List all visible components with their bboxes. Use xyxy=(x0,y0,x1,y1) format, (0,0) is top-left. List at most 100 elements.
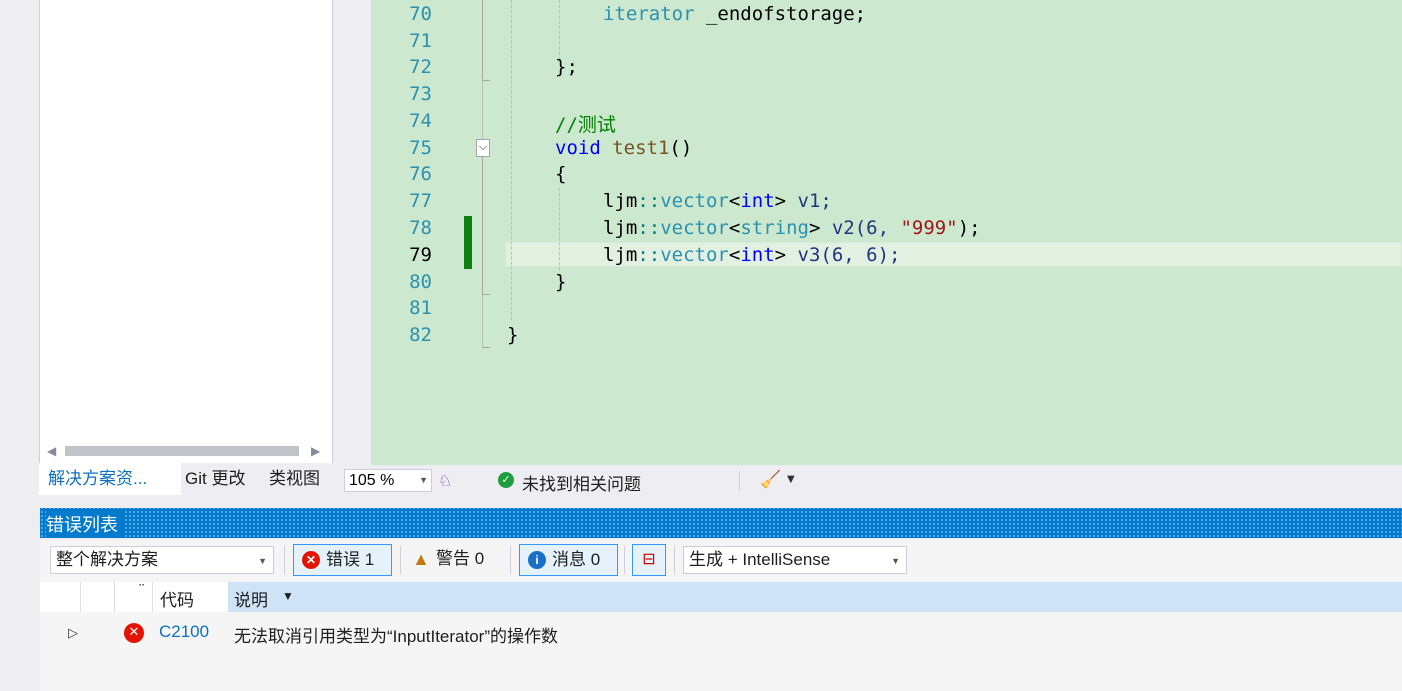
indent-guide xyxy=(559,188,560,270)
error-icon: ✕ xyxy=(124,623,144,643)
divider xyxy=(284,546,285,574)
code-token: :: xyxy=(637,244,661,266)
chevron-down-icon[interactable]: ▼ xyxy=(419,470,428,491)
warnings-filter-button[interactable]: ▲ 警告 0 xyxy=(404,544,504,576)
fold-outline-outer xyxy=(482,0,483,348)
scrollbar-thumb[interactable] xyxy=(65,446,299,456)
code-token: < xyxy=(728,217,741,239)
indent-guide xyxy=(511,0,512,320)
code-line[interactable]: { xyxy=(555,163,566,185)
code-token: ); xyxy=(957,217,981,239)
divider xyxy=(80,582,81,612)
divider xyxy=(152,582,153,612)
messages-filter-label: 消息 0 xyxy=(552,550,601,569)
code-token: _endofstorage; xyxy=(694,3,867,25)
issues-status-text[interactable]: 未找到相关问题 xyxy=(522,470,641,495)
code-line[interactable]: } xyxy=(555,271,566,293)
column-chooser-icon[interactable]: ⠉ xyxy=(138,584,145,595)
line-number: 77 xyxy=(409,190,432,212)
scope-select[interactable]: 整个解决方案 ▼ xyxy=(50,546,274,574)
line-number: 82 xyxy=(409,324,432,346)
indent-guide xyxy=(559,0,560,60)
tab-git-changes[interactable]: Git 更改 xyxy=(185,463,245,495)
code-token: > xyxy=(774,190,787,212)
scroll-left-icon[interactable]: ◀ xyxy=(47,442,56,460)
line-number: 72 xyxy=(409,56,432,78)
code-line[interactable]: ljm::vector<string> v2(6, "999"); xyxy=(603,217,981,239)
errors-filter-button[interactable]: ✕ 错误 1 xyxy=(293,544,392,576)
code-token: ljm xyxy=(603,217,638,239)
code-comment[interactable]: //测试 xyxy=(555,110,616,137)
tab-class-view[interactable]: 类视图 xyxy=(269,463,320,495)
error-list-titlebar[interactable] xyxy=(40,508,1402,538)
code-token: vector xyxy=(660,190,729,212)
code-token: > xyxy=(808,217,821,239)
sorted-column-highlight xyxy=(228,582,1402,612)
filter-toggle-icon[interactable]: ⊟ xyxy=(632,544,666,576)
divider xyxy=(624,546,625,574)
chevron-down-icon[interactable]: ▼ xyxy=(891,548,900,574)
column-header-description[interactable]: 说明 xyxy=(234,586,268,611)
code-token: int xyxy=(740,190,775,212)
line-number: 70 xyxy=(409,3,432,25)
line-number: 74 xyxy=(409,110,432,132)
explorer-tab-strip: 解决方案资... Git 更改 类视图 xyxy=(39,463,339,495)
divider xyxy=(739,471,740,491)
code-line[interactable]: }; xyxy=(555,56,578,78)
panel-splitter[interactable] xyxy=(335,0,341,463)
info-icon: i xyxy=(528,551,546,569)
horizontal-scrollbar[interactable]: ◀ ▶ xyxy=(39,442,331,460)
warning-icon: ▲ xyxy=(412,549,430,569)
scope-value: 整个解决方案 xyxy=(56,550,158,569)
code-line[interactable]: void test1() xyxy=(555,137,692,159)
errors-filter-label: 错误 1 xyxy=(326,550,375,569)
code-token: < xyxy=(728,190,741,212)
line-number: 76 xyxy=(409,163,432,185)
code-token: "999" xyxy=(900,217,958,239)
code-token: ljm xyxy=(603,190,638,212)
code-token: v1; xyxy=(786,190,832,212)
collapse-icon[interactable]: ⌵ xyxy=(476,139,490,157)
code-token: vector xyxy=(660,217,729,239)
line-number: 81 xyxy=(409,297,432,319)
divider xyxy=(114,582,115,612)
code-line[interactable]: iterator _endofstorage; xyxy=(603,3,866,25)
code-token: ljm xyxy=(603,244,638,266)
change-marker xyxy=(464,216,472,269)
warnings-filter-label: 警告 0 xyxy=(436,549,485,568)
line-number: 71 xyxy=(409,30,432,52)
error-code-link[interactable]: C2100 xyxy=(159,622,209,642)
divider xyxy=(400,546,401,574)
editor-margin xyxy=(343,0,371,465)
check-circle-icon: ✓ xyxy=(498,472,514,488)
solution-explorer-panel xyxy=(39,0,333,463)
ai-assist-icon[interactable]: ♘ xyxy=(438,471,452,490)
code-token: iterator xyxy=(603,3,695,25)
code-token: void xyxy=(555,137,601,159)
scroll-right-icon[interactable]: ▶ xyxy=(311,442,320,460)
code-token: int xyxy=(740,244,775,266)
code-cleanup-icon[interactable]: 🧹 xyxy=(760,470,781,490)
code-token: v2(6, xyxy=(820,217,901,239)
tab-solution-explorer[interactable]: 解决方案资... xyxy=(39,463,181,495)
code-token: :: xyxy=(637,190,661,212)
zoom-combo[interactable]: 105 % ▼ xyxy=(344,469,432,492)
messages-filter-button[interactable]: i 消息 0 xyxy=(519,544,618,576)
fold-outline-end xyxy=(482,80,490,81)
code-token: vector xyxy=(660,244,729,266)
build-filter-select[interactable]: 生成 + IntelliSense ▼ xyxy=(683,546,907,574)
code-token: string xyxy=(740,217,809,239)
code-line[interactable]: ljm::vector<int> v1; xyxy=(603,190,832,212)
line-number: 80 xyxy=(409,271,432,293)
code-line[interactable]: } xyxy=(507,324,518,346)
chevron-down-icon[interactable]: ▼ xyxy=(787,474,795,485)
column-header-code[interactable]: 代码 xyxy=(160,586,194,611)
error-list-title: 错误列表 xyxy=(46,511,124,537)
divider xyxy=(510,546,511,574)
code-token: :: xyxy=(637,217,661,239)
code-line-current[interactable]: ljm::vector<int> v3(6, 6); xyxy=(603,244,900,266)
expand-icon[interactable]: ▷ xyxy=(68,625,78,641)
sort-desc-icon[interactable]: ▼ xyxy=(282,589,294,603)
chevron-down-icon[interactable]: ▼ xyxy=(258,548,267,574)
fold-outline-end xyxy=(482,294,490,295)
